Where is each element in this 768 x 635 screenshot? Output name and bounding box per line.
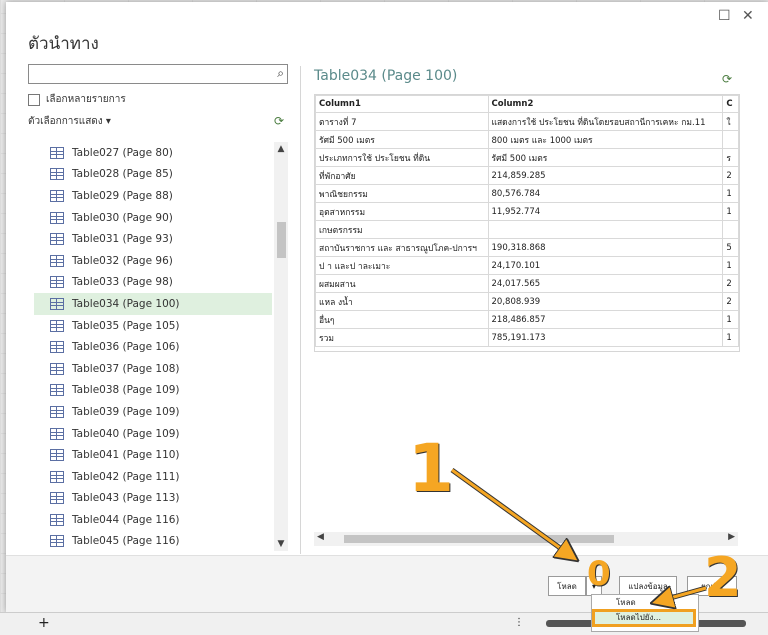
annotation-arrows <box>450 467 707 634</box>
annotation-number-1: 1 <box>408 430 454 507</box>
annotation-number-0: 0 <box>587 554 611 594</box>
annotation-number-2: 2 <box>704 546 742 609</box>
arrow-2 <box>656 588 707 602</box>
arrow-1 <box>451 468 574 558</box>
